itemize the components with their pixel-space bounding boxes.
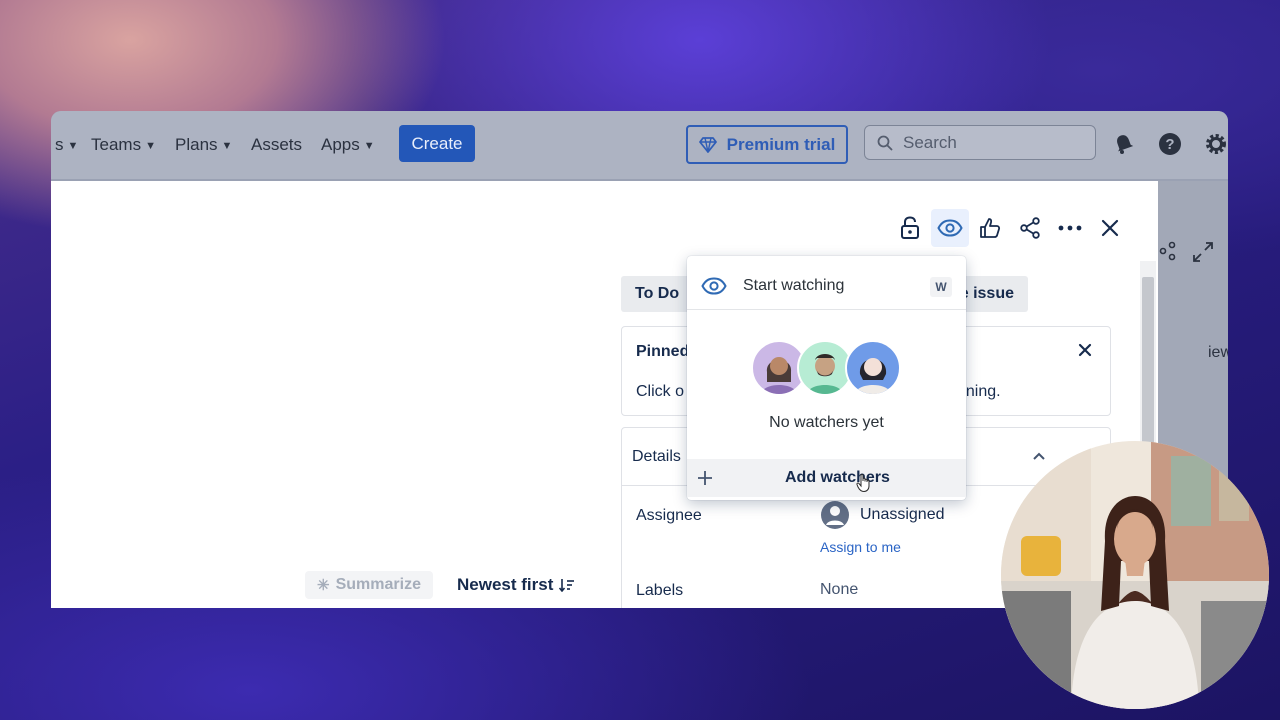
empty-watchers-illustration [751,340,903,398]
close-icon [1078,343,1092,357]
presenter-video [1001,441,1269,709]
watchers-popover: Start watching W No watchers yet Add wat… [687,256,966,500]
assignee-label: Assignee [636,507,702,524]
eye-icon [701,277,727,295]
labels-label: Labels [636,582,684,599]
watch-button[interactable] [931,209,969,247]
summarize-label: Summarize [335,576,421,593]
view-settings-text: iew settin [1208,344,1228,361]
start-watching-item[interactable]: Start watching [687,268,966,304]
sort-label: Newest first [457,575,554,594]
nav-apps[interactable]: Apps ▼ [321,133,375,157]
nav-item-truncated-label: s [55,135,64,154]
pinned-title: Pinned [636,343,690,360]
dismiss-pinned-button[interactable] [1078,343,1092,362]
share-icon [1159,241,1176,261]
nav-apps-label: Apps [321,135,360,154]
notifications-icon[interactable] [1111,131,1137,157]
chevron-down-icon: ▼ [67,140,79,152]
top-navigation: s ▼ Teams ▼ Plans ▼ Assets Apps ▼ Create… [51,111,1228,179]
chevron-down-icon: ▼ [363,140,375,152]
pinned-text-left: Click o [636,383,685,400]
like-button[interactable] [971,209,1009,247]
premium-trial-button[interactable]: Premium trial [686,125,848,164]
add-watchers-button[interactable]: Add watchers [687,459,966,497]
sort-descending-icon [559,579,575,592]
assignee-value: Unassigned [860,506,945,523]
settings-gear-icon[interactable] [1203,131,1228,157]
avatar [845,340,901,396]
search-icon [877,135,893,150]
share-icon [1020,217,1040,239]
unlock-icon [901,216,919,239]
nav-plans-label: Plans [175,135,218,154]
nav-assets[interactable]: Assets [251,133,302,157]
plus-icon [698,471,712,485]
hand-cursor-icon [856,474,870,493]
nav-item-truncated[interactable]: s ▼ [55,133,78,157]
nav-assets-label: Assets [251,135,303,154]
create-button[interactable]: Create [399,125,475,162]
keyboard-shortcut-badge: W [930,277,952,297]
svg-text:?: ? [1165,136,1174,153]
nav-teams[interactable]: Teams ▼ [91,133,156,157]
nav-teams-label: Teams [91,135,142,154]
chevron-up-icon [1033,452,1045,460]
close-button[interactable] [1091,209,1129,247]
details-title: Details [632,448,681,465]
search-input[interactable]: Search [864,125,1096,160]
premium-trial-label: Premium trial [726,134,836,154]
issue-modal: To Do e issue Pinned Click o nning. Deta… [51,181,1158,608]
labels-value[interactable]: None [820,581,858,599]
divider [687,309,966,310]
chevron-down-icon: ▼ [221,140,233,152]
empty-state-text: No watchers yet [769,414,884,431]
nav-plans[interactable]: Plans ▼ [175,133,232,157]
expand-icon [1193,242,1213,262]
help-icon[interactable]: ? [1157,131,1183,157]
summarize-button[interactable]: ✳ Summarize [305,571,433,599]
more-icon [1058,225,1082,231]
start-watching-label: Start watching [743,277,845,294]
eye-icon [937,219,963,237]
sparkle-icon: ✳ [317,577,330,594]
issue-action-button[interactable]: e issue [956,276,1028,312]
assignee-field[interactable]: Unassigned [820,500,945,530]
share-button[interactable] [1011,209,1049,247]
search-placeholder: Search [903,132,957,152]
sort-order-button[interactable]: Newest first [457,571,575,599]
issue-actions-toolbar [891,209,1131,247]
avatar-placeholder-icon [821,501,849,529]
add-watchers-label: Add watchers [785,469,890,486]
gem-icon [698,136,717,153]
thumbs-up-icon [980,218,1001,238]
close-icon [1101,219,1119,237]
lock-button[interactable] [891,209,929,247]
more-actions-button[interactable] [1051,209,1089,247]
chevron-down-icon: ▼ [145,140,156,152]
status-dropdown[interactable]: To Do [621,276,691,312]
assign-to-me-link[interactable]: Assign to me [820,539,901,555]
